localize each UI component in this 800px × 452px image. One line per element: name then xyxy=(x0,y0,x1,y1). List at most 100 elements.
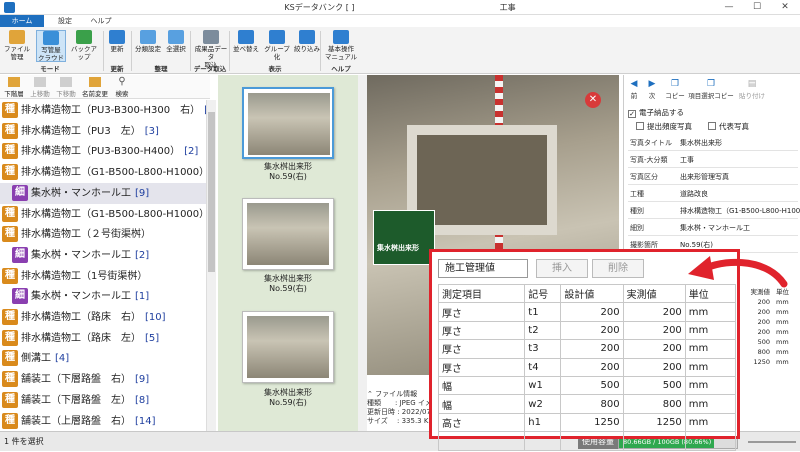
table-row[interactable]: 厚さ t4 200 200 mm xyxy=(437,357,737,377)
table-cell[interactable]: mm xyxy=(684,412,737,433)
table-cell[interactable]: 高さ xyxy=(437,412,526,433)
close-photo-icon[interactable]: ✕ xyxy=(585,92,601,108)
table-cell[interactable]: 厚さ xyxy=(437,339,526,359)
item-copy-button[interactable]: ❐ 項目選択コピー xyxy=(688,79,734,100)
ribbon-button-category[interactable]: 分類設定 xyxy=(134,30,162,62)
submission-photo-checkbox[interactable]: 提出頻度写真 xyxy=(636,121,692,132)
tree-item[interactable]: 種側溝工 [4] xyxy=(0,348,206,369)
insert-row-button[interactable]: 挿入 xyxy=(536,259,588,278)
table-cell[interactable]: t4 xyxy=(524,357,562,377)
close-window-button[interactable]: ✕ xyxy=(771,0,799,15)
table-row[interactable]: 厚さ t2 200 200 mm xyxy=(437,320,737,341)
table-cell[interactable]: w1 xyxy=(524,375,562,396)
table-cell[interactable]: h1 xyxy=(524,412,562,433)
table-cell[interactable]: 500 xyxy=(622,375,686,396)
previous-button[interactable]: ◀ 前 xyxy=(626,79,642,100)
table-cell[interactable]: mm xyxy=(684,320,737,341)
next-button[interactable]: ▶ 次 xyxy=(644,79,660,100)
property-row[interactable]: 細別 集水桝・マンホール工 xyxy=(628,220,798,236)
table-cell[interactable] xyxy=(437,431,526,451)
tree-item[interactable]: 種排水構造物工（PU3-B300-H400） [2] xyxy=(0,141,206,162)
property-row[interactable]: 写真区分 出来形管理写真 xyxy=(628,169,798,185)
tree-scrollbar-thumb[interactable] xyxy=(208,112,215,272)
rename-button[interactable]: 名前変更 xyxy=(80,77,110,98)
electronic-delivery-checkbox[interactable]: ✓ 電子納品する xyxy=(628,107,684,118)
ribbon-button-group[interactable]: グループ化 xyxy=(262,30,292,62)
table-cell[interactable] xyxy=(622,431,686,451)
table-cell[interactable]: 800 xyxy=(622,394,686,414)
table-cell[interactable]: 200 xyxy=(560,302,624,322)
tab-home[interactable]: ホーム xyxy=(0,15,44,27)
maximize-button[interactable]: ☐ xyxy=(743,0,771,15)
tab-settings[interactable]: 設定 xyxy=(50,15,80,27)
tree-item[interactable]: 種排水構造物工（PU3-B300-H300 右）[4] xyxy=(0,100,206,121)
representative-photo-checkbox[interactable]: 代表写真 xyxy=(708,121,749,132)
zoom-slider[interactable] xyxy=(748,441,796,443)
column-header[interactable]: 実測値 xyxy=(622,283,686,304)
tree-item[interactable]: 種排水構造物工（G1-B500-L800-H1000）[4] xyxy=(0,204,206,225)
table-cell[interactable] xyxy=(684,431,737,451)
property-row[interactable]: 種別 排水構造物工（G1-B500-L800-H1000） xyxy=(628,203,800,219)
search-button[interactable]: ⚲ 検索 xyxy=(112,77,132,99)
table-cell[interactable]: 200 xyxy=(622,357,686,377)
tree-item[interactable]: 細集水桝・マンホール工 [1] xyxy=(0,286,206,307)
table-cell[interactable]: 800 xyxy=(560,394,624,414)
lower-level-button[interactable]: 下階層 xyxy=(2,77,26,98)
tree-item[interactable]: 種排水構造物工（２号街渠桝） xyxy=(0,224,206,245)
photo-thumbnail[interactable] xyxy=(242,311,334,383)
tree-item[interactable]: 種排水構造物工（PU3 左） [3] xyxy=(0,121,206,142)
ribbon-button-sort[interactable]: 並べ替え xyxy=(232,30,260,62)
table-cell[interactable]: mm xyxy=(684,339,737,359)
tree-item[interactable]: 種排水構造物工（路床 右） [10] xyxy=(0,307,206,328)
table-cell[interactable]: 幅 xyxy=(437,394,526,414)
tree-item[interactable]: 細集水桝・マンホール工 [2] xyxy=(0,245,206,266)
ribbon-button-cloud[interactable]: 写管屋 クラウド xyxy=(36,30,66,62)
tree-item[interactable]: 種舗装工（上層路盤 右） [14] xyxy=(0,411,206,432)
table-cell[interactable]: 500 xyxy=(560,375,624,396)
ribbon-button-select-all[interactable]: 全選択 xyxy=(162,30,190,62)
table-row[interactable]: 厚さ t1 200 200 mm xyxy=(437,302,737,322)
delete-row-button[interactable]: 削除 xyxy=(592,259,644,278)
table-row[interactable]: 幅 w2 800 800 mm xyxy=(437,394,737,414)
control-values-tab[interactable]: 施工管理値 xyxy=(438,259,528,278)
table-row[interactable] xyxy=(437,431,737,451)
minimize-button[interactable]: — xyxy=(715,0,743,15)
move-up-button[interactable]: 上移動 xyxy=(28,77,52,98)
table-cell[interactable]: mm xyxy=(684,375,737,396)
table-cell[interactable]: mm xyxy=(684,357,737,377)
tree-item[interactable]: 種排水構造物工（G1-B500-L800-H1000） xyxy=(0,162,206,183)
tree-item[interactable]: 種舗装工（下層路盤 左） [8] xyxy=(0,390,206,411)
tree-item[interactable]: 種排水構造物工（1号街渠桝） xyxy=(0,266,206,287)
table-cell[interactable]: 200 xyxy=(560,339,624,359)
table-cell[interactable]: t3 xyxy=(524,339,562,359)
ribbon-button-refresh[interactable]: 更新 xyxy=(104,30,130,62)
tree-item[interactable]: 種舗装工（下層路盤 右） [9] xyxy=(0,369,206,390)
column-header[interactable]: 記号 xyxy=(524,283,562,304)
table-cell[interactable]: 1250 xyxy=(560,412,624,433)
table-cell[interactable]: 厚さ xyxy=(437,302,526,322)
photo-thumbnail[interactable] xyxy=(242,87,334,159)
tab-help[interactable]: ヘルプ xyxy=(86,15,116,27)
table-cell[interactable]: 200 xyxy=(622,320,686,341)
tree-item[interactable]: 種排水構造物工（路床 左） [5] xyxy=(0,328,206,349)
table-cell[interactable] xyxy=(560,431,624,451)
photo-thumbnail[interactable] xyxy=(242,198,334,270)
tree-scrollbar[interactable] xyxy=(206,100,216,431)
move-down-button[interactable]: 下移動 xyxy=(54,77,78,98)
ribbon-button-folder[interactable]: ファイル管理 xyxy=(2,30,32,62)
thumbnail-scrollbar[interactable] xyxy=(358,75,367,431)
table-row[interactable]: 高さ h1 1250 1250 mm xyxy=(437,412,737,433)
table-row[interactable]: 幅 w1 500 500 mm xyxy=(437,375,737,396)
table-cell[interactable]: 厚さ xyxy=(437,357,526,377)
table-cell[interactable]: 1250 xyxy=(622,412,686,433)
ribbon-button-filter[interactable]: 絞り込み xyxy=(294,30,320,62)
paste-button[interactable]: ▤ 貼り付け xyxy=(736,79,768,100)
ribbon-button-import[interactable]: 成果品データ 取込 xyxy=(192,30,230,69)
table-cell[interactable]: mm xyxy=(684,302,737,322)
column-header[interactable]: 設計値 xyxy=(560,283,624,304)
ribbon-button-backup[interactable]: バックアップ xyxy=(68,30,100,62)
copy-button[interactable]: ❐ コピー xyxy=(664,79,686,100)
table-cell[interactable]: t1 xyxy=(524,302,562,322)
table-cell[interactable]: mm xyxy=(684,394,737,414)
column-header[interactable]: 測定項目 xyxy=(437,283,526,304)
